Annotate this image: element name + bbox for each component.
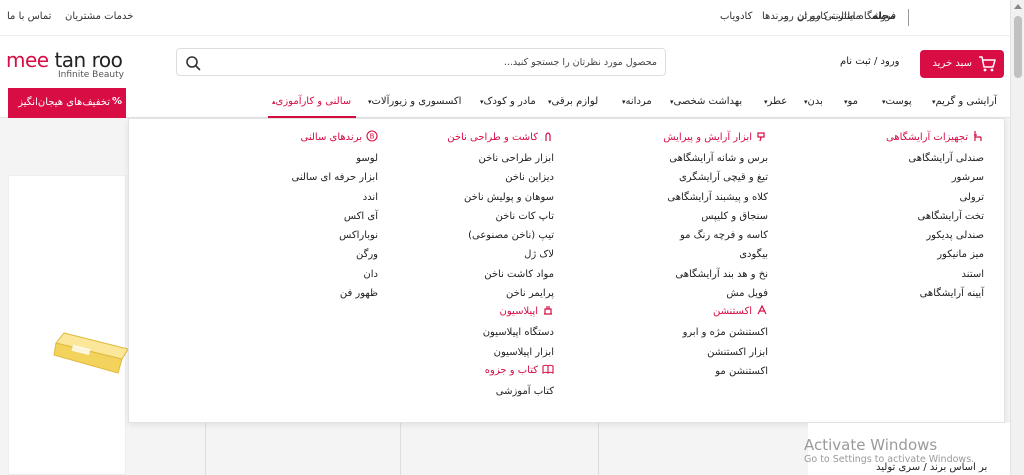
menu-link[interactable]: اکستنشن مو (598, 362, 768, 381)
menu-link[interactable]: کتاب آموزشی (384, 382, 554, 401)
menu-link[interactable]: برس و شانه آرایشگاهی (598, 149, 768, 168)
page-scrollbar[interactable] (1010, 0, 1024, 475)
customer-service-link[interactable]: خدمات مشتریان (65, 11, 133, 22)
deals-label: تخفیف‌های هیجان‌انگیز (18, 97, 110, 108)
menu-link[interactable]: تاپ کات ناخن (384, 207, 554, 226)
menu-link[interactable]: ابزار اپیلاسیون (384, 343, 554, 362)
cart-icon (979, 56, 996, 72)
category-head-equipment[interactable]: تجهیزات آرایشگاهی (834, 129, 984, 149)
search-box[interactable] (176, 48, 666, 76)
percent-icon: % (111, 96, 122, 107)
menu-link[interactable]: میز مانیکور (834, 245, 984, 264)
menu-link[interactable]: بیگودی (598, 245, 768, 264)
menu-link[interactable]: سوهان و پولیش ناخن (384, 188, 554, 207)
menu-link[interactable]: مواد کاشت ناخن (384, 265, 554, 284)
header: mee tan roo Infinite Beauty ورود / ثبت ن… (0, 36, 1010, 90)
menu-link[interactable]: ابزار حرفه ای سالنی (238, 168, 379, 187)
nav-item-makeup[interactable]: ▾آرایشی و گریم (930, 96, 997, 107)
nav-item-perfume[interactable]: ▾عطر (762, 96, 787, 107)
nav-item-accessories[interactable]: ▾اکسسوری و زیورآلات (366, 96, 461, 107)
menu-link[interactable]: استند (834, 265, 984, 284)
menu-link[interactable]: ترولی (834, 188, 984, 207)
deals-button[interactable]: تخفیف‌های هیجان‌انگیز % (8, 88, 126, 118)
cart-button[interactable]: سبد خرید (920, 50, 1004, 78)
menu-link[interactable]: آی اکس (238, 207, 378, 226)
logo[interactable]: mee tan roo Infinite Beauty (6, 48, 128, 84)
nav-item-salon[interactable]: ▴سالنی و کارآموزی (270, 96, 351, 107)
menu-link[interactable]: اکستنشن مژه و ابرو (598, 323, 768, 342)
scrollbar-thumb[interactable] (1014, 16, 1022, 78)
menu-link[interactable]: دان (238, 265, 378, 284)
menu-link[interactable]: ظهور فن (238, 284, 378, 303)
magazine-link[interactable]: مجله (872, 11, 896, 22)
nav-item-hygiene[interactable]: ▾بهداشت شخصی (668, 96, 742, 107)
menu-link[interactable]: آیینه آرایشگاهی (834, 284, 984, 303)
menu-link[interactable]: ورگن (238, 245, 378, 264)
category-head-extension[interactable]: اکستنشن (598, 303, 768, 323)
menu-link[interactable]: صندلی آرایشگاهی (834, 149, 984, 168)
mega-column-nails: کاشت و طراحی ناخن ابزار طراحی ناخن دیزای… (384, 129, 554, 401)
sort-by-brand-label[interactable]: بر اساس برند / سری تولید (876, 462, 987, 473)
cart-label: سبد خرید (932, 58, 972, 69)
search-input[interactable] (217, 52, 657, 72)
nav-item-skin[interactable]: ▾پوست (880, 96, 912, 107)
menu-link[interactable]: سنجاق و کلیپس (598, 207, 768, 226)
nail-icon (545, 132, 551, 141)
nav-item-mother-child[interactable]: ▾مادر و کودک (478, 96, 536, 107)
mega-column-brands: B برندهای سالنی لوسو ابزار حرفه ای سالنی … (238, 129, 378, 303)
menu-link[interactable]: دیزاین ناخن (384, 168, 554, 187)
menu-link[interactable]: تخت آرایشگاهی (834, 207, 984, 226)
mega-column-tools: ابزار آرایش و پیرایش برس و شانه آرایشگاه… (598, 129, 768, 381)
menu-link[interactable]: لاک ژل (384, 245, 554, 264)
menu-link[interactable]: نخ و هد بند آرایشگاهی (598, 265, 768, 284)
menu-link[interactable]: ابزار طراحی ناخن (384, 149, 554, 168)
extension-icon (757, 305, 767, 315)
menu-link[interactable]: پرایمر ناخن (384, 284, 554, 303)
menu-link[interactable]: نوباراکس (238, 226, 378, 245)
mega-column-equipment: تجهیزات آرایشگاهی صندلی آرایشگاهی سرشور … (834, 129, 984, 303)
menu-link[interactable]: فویل مش (598, 284, 768, 303)
cadoyab-link[interactable]: کادویاب (720, 11, 752, 22)
top-bar-divider (908, 9, 909, 26)
logo-tagline: Infinite Beauty (58, 70, 124, 80)
search-icon[interactable] (185, 55, 201, 71)
mega-menu: تجهیزات آرایشگاهی صندلی آرایشگاهی سرشور … (128, 118, 1005, 423)
brands-link[interactable]: برندها (762, 11, 787, 22)
nav-item-body[interactable]: ▾بدن (802, 96, 823, 107)
category-head-tools[interactable]: ابزار آرایش و پیرایش (598, 129, 768, 149)
nav-item-hair[interactable]: ▾مو (842, 96, 858, 107)
contact-link[interactable]: تماس با ما (7, 11, 51, 22)
scroll-up-icon[interactable] (1014, 4, 1022, 9)
svg-text:B: B (370, 133, 375, 141)
category-head-books[interactable]: کتاب و جزوه (384, 362, 554, 382)
menu-link[interactable]: اندد (238, 188, 378, 207)
menu-link[interactable]: دستگاه اپیلاسیون (384, 323, 554, 342)
logo-wordmark: mee tan roo (6, 48, 123, 72)
windows-watermark-title: Activate Windows (804, 436, 938, 454)
chair-icon (974, 131, 982, 141)
login-register-link[interactable]: ورود / ثبت نام (840, 56, 900, 67)
menu-link[interactable]: ابزار اکستنشن (598, 343, 768, 362)
product-thumbnail[interactable] (52, 325, 130, 377)
category-head-epilation[interactable]: اپیلاسیون (384, 303, 554, 323)
epilation-icon (544, 306, 552, 315)
menu-link[interactable]: تیغ و قیچی آرایشگری (598, 168, 768, 187)
hairdryer-icon (757, 132, 765, 142)
main-nav: ▾آرایشی و گریم ▾پوست ▾مو ▾بدن ▾عطر ▾بهدا… (0, 90, 1010, 118)
book-icon (542, 364, 554, 374)
nav-item-electric[interactable]: ▾لوازم برقی (546, 96, 598, 107)
top-bar: فروشگاه اینترنتی مو تن رو مجله مطالب کار… (0, 0, 1010, 36)
category-head-brands[interactable]: B برندهای سالنی (238, 129, 378, 149)
menu-link[interactable]: سرشور (834, 168, 984, 187)
brand-icon: B (366, 130, 378, 142)
nav-item-men[interactable]: ▾مردانه (620, 96, 652, 107)
category-head-nails[interactable]: کاشت و طراحی ناخن (384, 129, 554, 149)
menu-link[interactable]: لوسو (238, 149, 378, 168)
menu-link[interactable]: کلاه و پیشبند آرایشگاهی (598, 188, 768, 207)
menu-link[interactable]: کاسه و فرچه رنگ مو (598, 226, 768, 245)
menu-link[interactable]: صندلی پدیکور (834, 226, 984, 245)
user-content-link[interactable]: مطالب کاربران (797, 11, 861, 22)
menu-link[interactable]: تیپ (ناخن مصنوعی) (384, 226, 554, 245)
